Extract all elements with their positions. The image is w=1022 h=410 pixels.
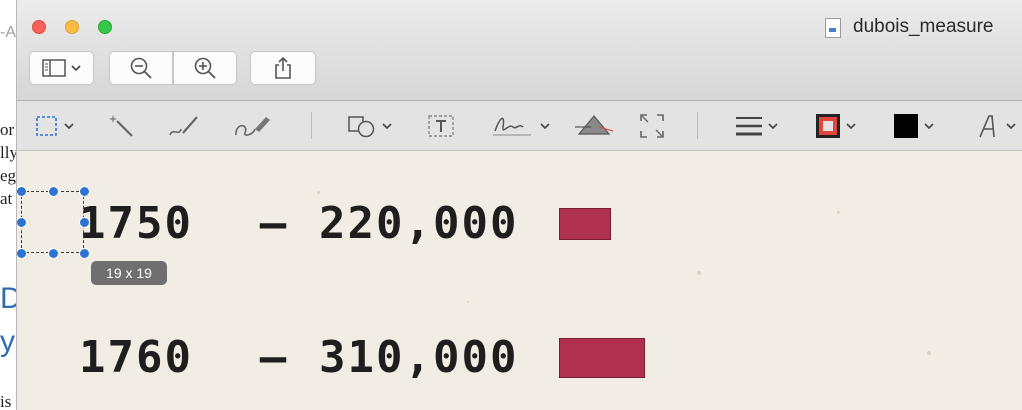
zoom-in-button[interactable] (173, 51, 237, 85)
title-bar: dubois_measure (17, 0, 1022, 101)
chevron-down-icon (382, 123, 392, 130)
paper-speck (927, 351, 931, 355)
population-bar (559, 207, 611, 240)
population-value: 220,000 (319, 198, 519, 249)
rectangular-selection-tool[interactable] (35, 111, 74, 141)
close-button[interactable] (32, 20, 46, 34)
background-text-line: or (0, 120, 15, 139)
chevron-down-icon (1006, 123, 1016, 130)
population-bar (559, 337, 645, 378)
border-color-icon (816, 114, 840, 138)
sidebar-icon (42, 59, 66, 77)
background-text-line: at (0, 189, 13, 208)
chevron-down-icon (64, 123, 74, 130)
chevron-down-icon (924, 123, 934, 130)
paper-speck (467, 301, 469, 303)
document-icon (825, 18, 841, 38)
resize-handle[interactable] (79, 217, 90, 228)
background-text-line: eg (0, 166, 17, 185)
toolbar-divider (311, 112, 312, 139)
zoom-out-icon (130, 57, 152, 79)
resize-handle[interactable] (48, 248, 59, 259)
background-text-line: is (0, 392, 12, 410)
markup-toolbar (17, 101, 1022, 151)
dash-separator: – (259, 198, 289, 249)
sign-icon (493, 117, 531, 136)
paper-speck (317, 191, 320, 194)
adjust-color-icon (575, 115, 613, 135)
zoom-in-icon (194, 57, 216, 79)
share-button[interactable] (250, 51, 316, 85)
shapes-tool[interactable] (347, 111, 392, 141)
sidebar-button[interactable] (29, 51, 94, 85)
text-style-tool[interactable] (977, 111, 1016, 141)
rectangular-selection-icon (36, 116, 57, 136)
shape-style-icon (736, 117, 762, 136)
resize-handle[interactable] (79, 186, 90, 197)
minimize-button[interactable] (65, 20, 79, 34)
text-tool[interactable] (427, 111, 455, 141)
data-row: 1760 – 310,000 (79, 332, 645, 383)
selection-size-badge: 19 x 19 (91, 261, 167, 285)
share-icon (275, 56, 291, 79)
fill-color-icon (894, 114, 918, 138)
background-link-line[interactable]: y (0, 325, 15, 359)
resize-handle[interactable] (48, 186, 59, 197)
chevron-down-icon (71, 65, 81, 72)
year-label: 1760 (79, 332, 193, 383)
year-label: 1750 (79, 198, 193, 249)
adjust-size-icon (640, 114, 664, 138)
shapes-icon (348, 116, 375, 138)
draw-icon (235, 117, 270, 136)
zoom-button[interactable] (98, 20, 112, 34)
sign-tool[interactable] (491, 111, 550, 141)
sketch-tool[interactable] (167, 111, 201, 141)
resize-handle[interactable] (17, 248, 27, 259)
preview-window: dubois_measure 1750 – 220,000 1760 – 310… (16, 0, 1022, 410)
text-style-icon (979, 115, 995, 138)
draw-tool[interactable] (233, 111, 273, 141)
instant-alpha-tool[interactable] (109, 111, 135, 141)
paper-speck (697, 271, 701, 275)
data-row: 1750 – 220,000 (79, 198, 611, 249)
zoom-out-button[interactable] (109, 51, 173, 85)
adjust-color-tool[interactable] (575, 111, 613, 141)
chevron-down-icon (846, 123, 856, 130)
shape-style-tool[interactable] (735, 111, 778, 141)
resize-handle[interactable] (79, 248, 90, 259)
text-icon (428, 115, 454, 137)
chevron-down-icon (768, 123, 778, 130)
fill-color-tool[interactable] (893, 111, 934, 141)
window-title: dubois_measure (853, 16, 994, 37)
paper-speck (837, 211, 840, 214)
background-fragment: -A (0, 24, 16, 41)
adjust-size-tool[interactable] (639, 111, 665, 141)
instant-alpha-icon (109, 115, 133, 137)
dash-separator: – (259, 332, 289, 383)
chevron-down-icon (540, 123, 550, 130)
population-value: 310,000 (319, 332, 519, 383)
sketch-icon (169, 116, 198, 136)
border-color-tool[interactable] (815, 111, 856, 141)
selection-rectangle[interactable] (21, 191, 84, 253)
toolbar-divider (697, 112, 698, 139)
image-canvas[interactable]: 1750 – 220,000 1760 – 310,000 19 x 19 (17, 151, 1022, 410)
